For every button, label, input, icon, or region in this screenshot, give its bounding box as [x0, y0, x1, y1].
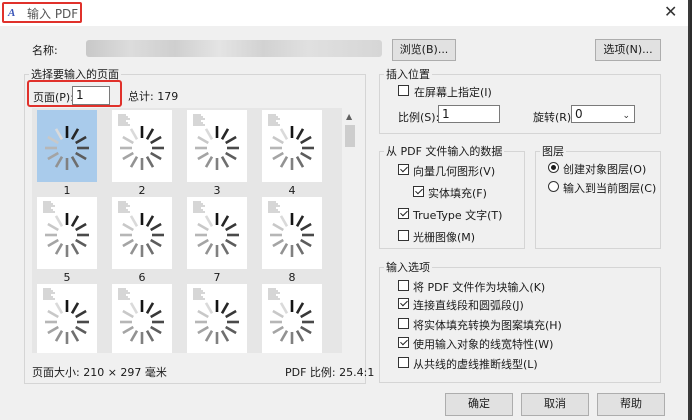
page-thumbnail[interactable]: [112, 110, 172, 182]
spinner-graphic: [193, 288, 239, 344]
pdf-data-title: 从 PDF 文件输入的数据: [386, 145, 503, 158]
thumbnail-label: 8: [288, 271, 296, 284]
page-highlight-box: [27, 80, 122, 107]
scale-input[interactable]: 1: [438, 105, 500, 123]
title-highlight-box: [2, 2, 82, 23]
layers-group: 图层: [535, 143, 661, 249]
page-thumbnail[interactable]: [262, 110, 322, 182]
truetype-checkbox[interactable]: [398, 208, 409, 219]
pdf-scale-text: PDF 比例: 25.4:1: [285, 366, 375, 379]
truetype-label: TrueType 文字(T): [413, 209, 503, 222]
thumbnail-label: 5: [63, 271, 71, 284]
spinner-graphic: [268, 201, 314, 257]
close-icon[interactable]: ✕: [664, 4, 677, 20]
browse-button[interactable]: 浏览(B)...: [392, 39, 456, 61]
solid-fill-checkbox[interactable]: [413, 186, 424, 197]
cancel-button[interactable]: 取消: [521, 393, 589, 416]
spinner-graphic: [268, 288, 314, 344]
join-segments-checkbox[interactable]: [398, 298, 409, 309]
chevron-down-icon: ⌄: [622, 111, 630, 121]
convert-hatch-label: 将实体填充转换为图案填充(H): [413, 319, 562, 332]
name-field[interactable]: [86, 40, 382, 57]
import-options-title: 输入选项: [386, 261, 430, 274]
create-layer-radio[interactable]: [548, 162, 559, 173]
page-thumbnail[interactable]: [262, 197, 322, 269]
solid-fill-label: 实体填充(F): [428, 187, 487, 200]
spinner-graphic: [268, 114, 314, 170]
page-thumbnail[interactable]: [262, 284, 322, 353]
thumbnail-label: 3: [213, 184, 221, 197]
spinner-graphic: [118, 201, 164, 257]
rotation-value: 0: [575, 107, 583, 121]
page-thumbnail[interactable]: [187, 197, 247, 269]
lineweight-label: 使用输入对象的线宽特性(W): [413, 338, 554, 351]
raster-label: 光栅图像(M): [413, 231, 476, 244]
spinner-graphic: [118, 114, 164, 170]
spinner-graphic: [193, 201, 239, 257]
join-segments-label: 连接直线段和圆弧段(J): [413, 299, 524, 312]
insert-point-title: 插入位置: [386, 68, 430, 81]
title-bar: A 输入 PDF ✕: [0, 0, 688, 26]
convert-hatch-checkbox[interactable]: [398, 318, 409, 329]
page-thumbnail[interactable]: [37, 197, 97, 269]
help-button[interactable]: 帮助: [597, 393, 665, 416]
spinner-graphic: [118, 288, 164, 344]
page-thumbnail[interactable]: [187, 110, 247, 182]
current-layer-radio[interactable]: [548, 181, 559, 192]
thumbnail-scrollbar[interactable]: ▲: [343, 108, 357, 353]
options-button[interactable]: 选项(N)...: [595, 39, 661, 61]
page-thumbnail[interactable]: [187, 284, 247, 353]
rotation-label: 旋转(R):: [533, 111, 575, 124]
spinner-graphic: [43, 288, 89, 344]
thumbnail-label: 7: [213, 271, 221, 284]
as-block-checkbox[interactable]: [398, 280, 409, 291]
name-label: 名称:: [32, 44, 58, 57]
page-thumbnail[interactable]: [112, 197, 172, 269]
vector-label: 向量几何图形(V): [413, 165, 496, 178]
create-layer-label: 创建对象图层(O): [563, 163, 647, 176]
spinner-graphic: [193, 114, 239, 170]
page-thumbnail[interactable]: [37, 110, 97, 182]
page-thumbnail[interactable]: [37, 284, 97, 353]
specify-on-screen-checkbox[interactable]: [398, 85, 409, 96]
thumbnail-label: 6: [138, 271, 146, 284]
page-size-text: 页面大小: 210 × 297 毫米: [32, 366, 167, 379]
scroll-thumb[interactable]: [345, 125, 355, 147]
thumbnail-label: 4: [288, 184, 296, 197]
thumbnail-label: 2: [138, 184, 146, 197]
scroll-up-icon[interactable]: ▲: [346, 112, 352, 121]
rotation-dropdown[interactable]: 0 ⌄: [571, 105, 635, 123]
spinner-graphic: [45, 126, 89, 170]
specify-on-screen-label: 在屏幕上指定(I): [414, 86, 492, 99]
lineweight-checkbox[interactable]: [398, 337, 409, 348]
page-total: 总计: 179: [128, 90, 179, 103]
infer-linetype-checkbox[interactable]: [398, 357, 409, 368]
thumbnail-grid[interactable]: 123456789101112: [32, 108, 342, 353]
current-layer-label: 输入到当前图层(C): [563, 182, 657, 195]
infer-linetype-label: 从共线的虚线推断线型(L): [413, 358, 538, 371]
page-thumbnail[interactable]: [112, 284, 172, 353]
ok-button[interactable]: 确定: [445, 393, 513, 416]
scale-label: 比例(S):: [398, 111, 440, 124]
vector-checkbox[interactable]: [398, 164, 409, 175]
layers-title: 图层: [542, 145, 564, 158]
thumbnail-label: 1: [63, 184, 71, 197]
spinner-graphic: [43, 201, 89, 257]
raster-checkbox[interactable]: [398, 230, 409, 241]
import-pdf-dialog: A 输入 PDF ✕ 名称: 浏览(B)... 选项(N)... 选择要输入的页…: [0, 0, 690, 420]
as-block-label: 将 PDF 文件作为块输入(K): [413, 281, 546, 294]
